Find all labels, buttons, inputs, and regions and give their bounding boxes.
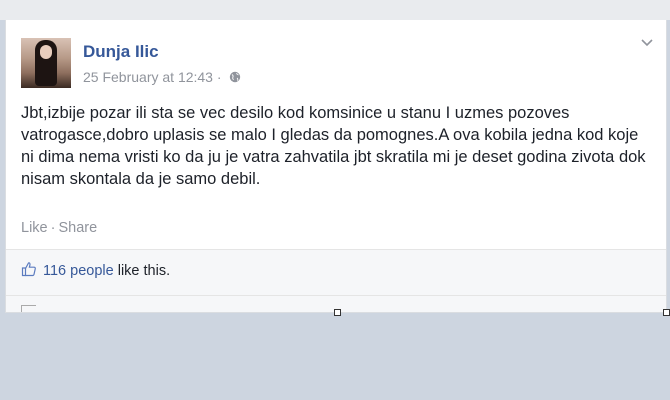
- avatar[interactable]: [21, 38, 71, 88]
- post-actions: Like · Share: [21, 220, 97, 236]
- post-meta: 25 February at 12:43 ·: [83, 69, 241, 85]
- actions-separator: ·: [50, 220, 56, 236]
- share-button[interactable]: Share: [58, 220, 97, 236]
- like-button[interactable]: Like: [21, 220, 48, 236]
- comment-divider: [6, 295, 666, 296]
- feed-top-strip: [0, 0, 670, 20]
- post-card: Dunja Ilic 25 February at 12:43 · Jbt,iz…: [5, 20, 667, 313]
- likes-suffix: like this.: [117, 263, 171, 279]
- globe-icon[interactable]: [229, 71, 241, 83]
- selection-handle-bottom-middle[interactable]: [334, 309, 341, 316]
- likes-count-link[interactable]: 116 people: [43, 263, 114, 279]
- selection-handle-bottom-right[interactable]: [663, 309, 670, 316]
- likes-summary: 116 people like this.: [21, 261, 170, 279]
- author-name[interactable]: Dunja Ilic: [83, 42, 159, 62]
- post-text: Jbt,izbije pozar ili sta se vec desilo k…: [21, 104, 646, 188]
- avatar-face: [40, 45, 52, 59]
- comment-box[interactable]: [21, 305, 36, 312]
- feedback-section: 116 people like this.: [6, 249, 666, 312]
- chevron-down-icon[interactable]: [640, 38, 654, 48]
- post-timestamp[interactable]: 25 February at 12:43: [83, 69, 213, 85]
- thumbs-up-icon: [21, 262, 36, 277]
- meta-separator: ·: [216, 69, 222, 85]
